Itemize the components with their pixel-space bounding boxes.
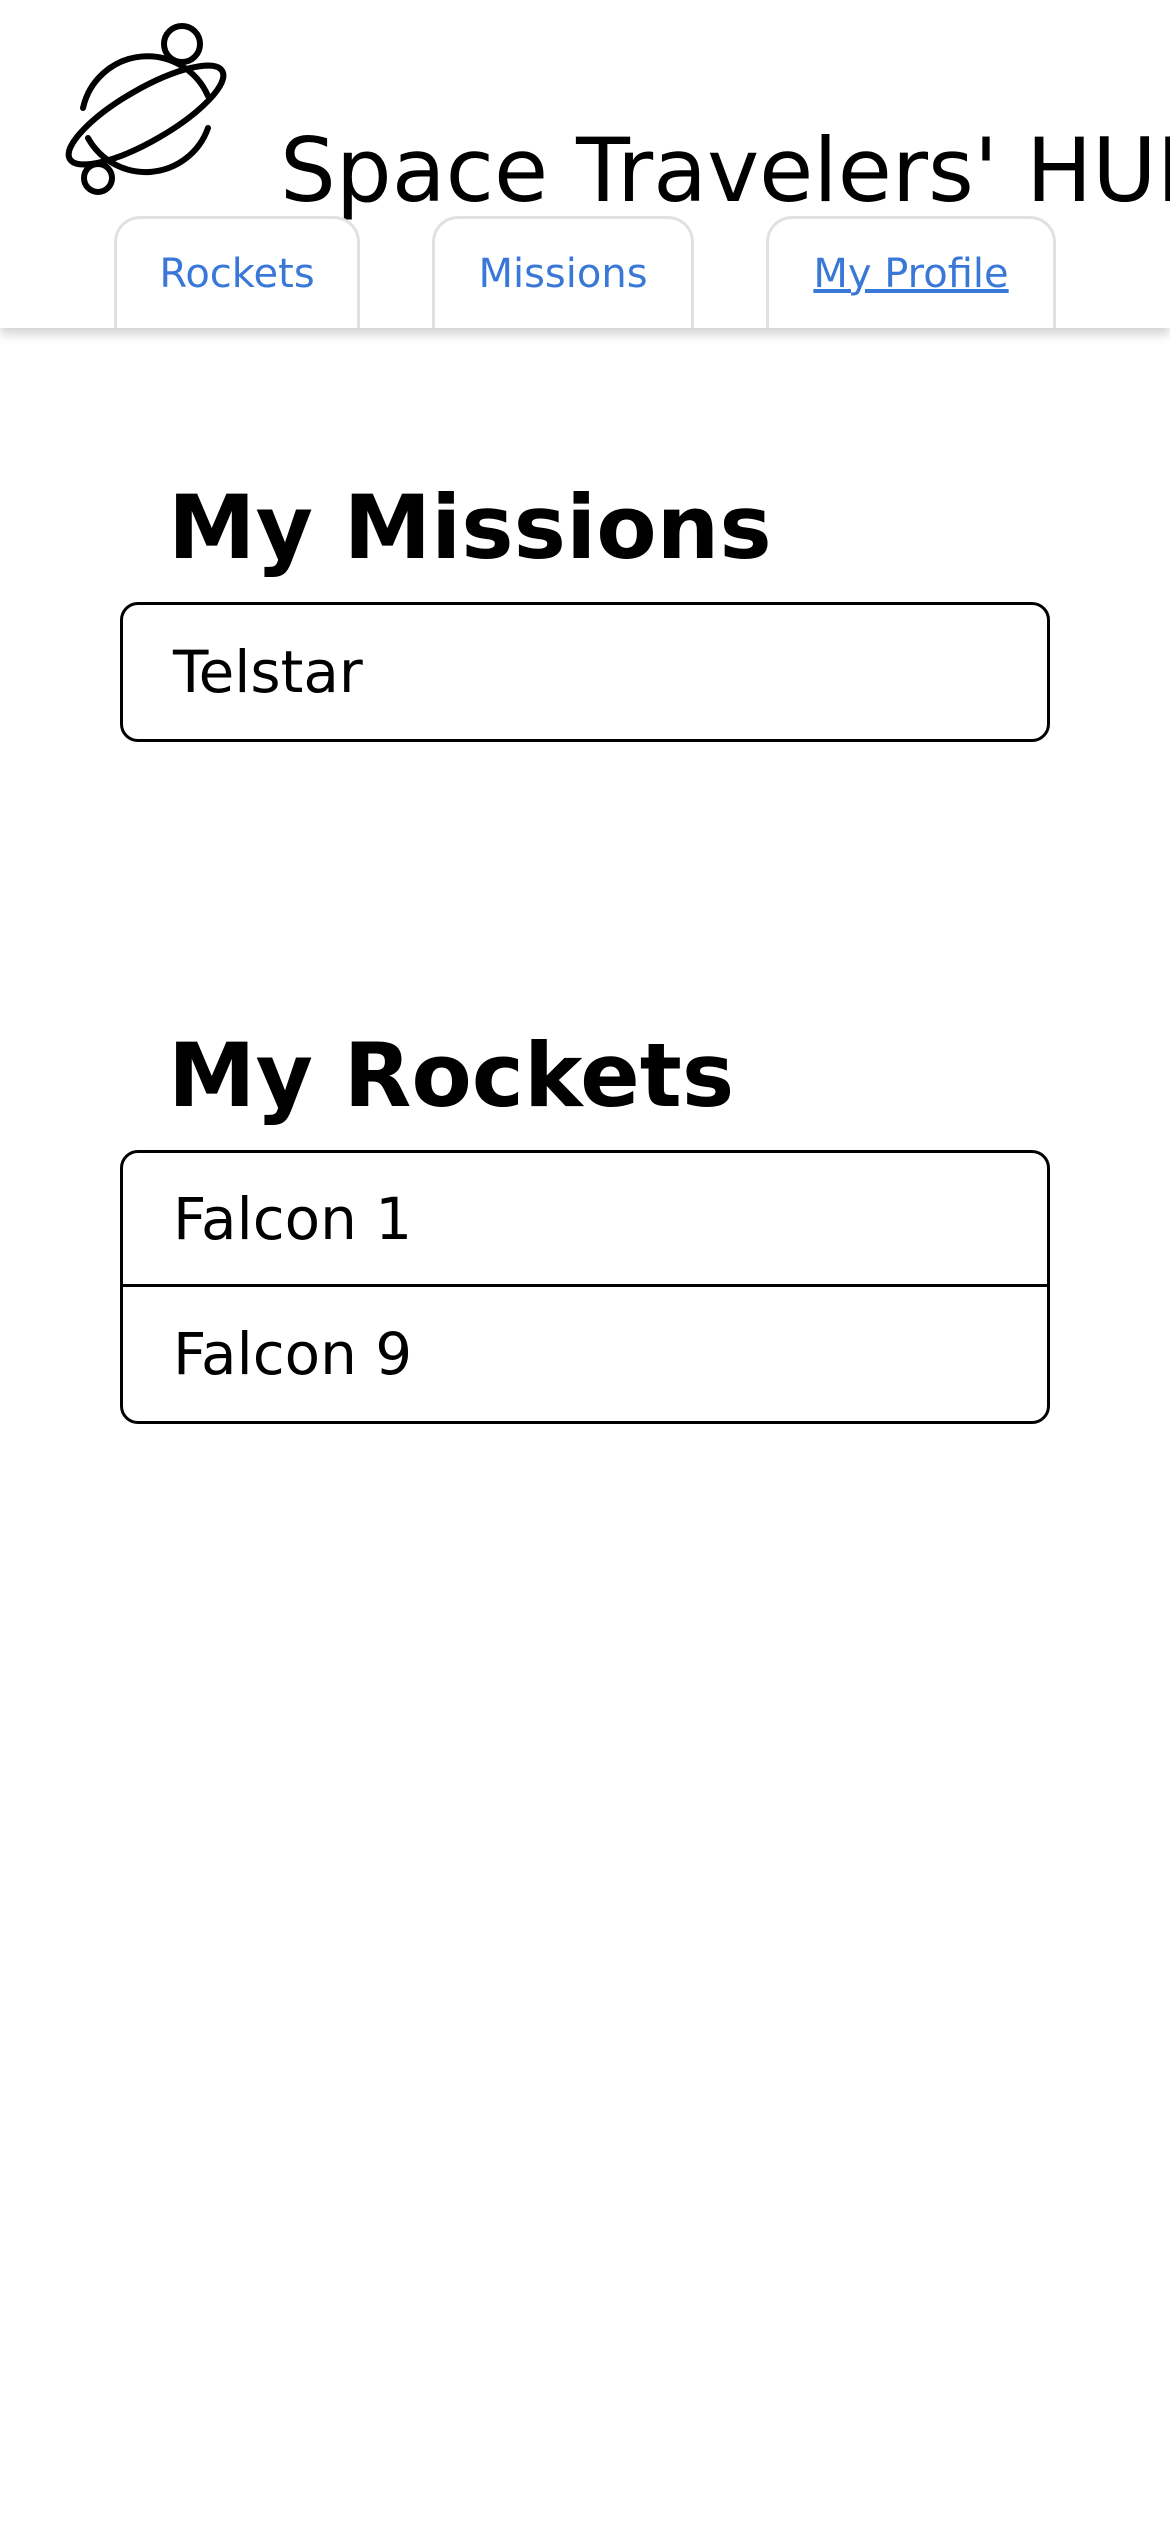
app-header: Space Travelers' HUB Rockets Missions My…	[0, 0, 1170, 328]
app-title: Space Travelers' HUB	[280, 118, 1170, 222]
list-item: Falcon 9	[173, 1320, 413, 1388]
tab-my-profile[interactable]: My Profile	[766, 216, 1056, 328]
tab-missions[interactable]: Missions	[432, 216, 694, 328]
tab-rockets[interactable]: Rockets	[114, 216, 360, 328]
missions-list: Telstar	[120, 602, 1050, 742]
list-item: Falcon 1	[123, 1153, 1047, 1287]
planet-icon[interactable]	[58, 20, 234, 196]
list-item: Telstar	[173, 638, 363, 706]
my-rockets-heading: My Rockets	[168, 1024, 735, 1127]
rockets-list: Falcon 1 Falcon 9	[120, 1150, 1050, 1424]
my-missions-heading: My Missions	[168, 476, 772, 579]
